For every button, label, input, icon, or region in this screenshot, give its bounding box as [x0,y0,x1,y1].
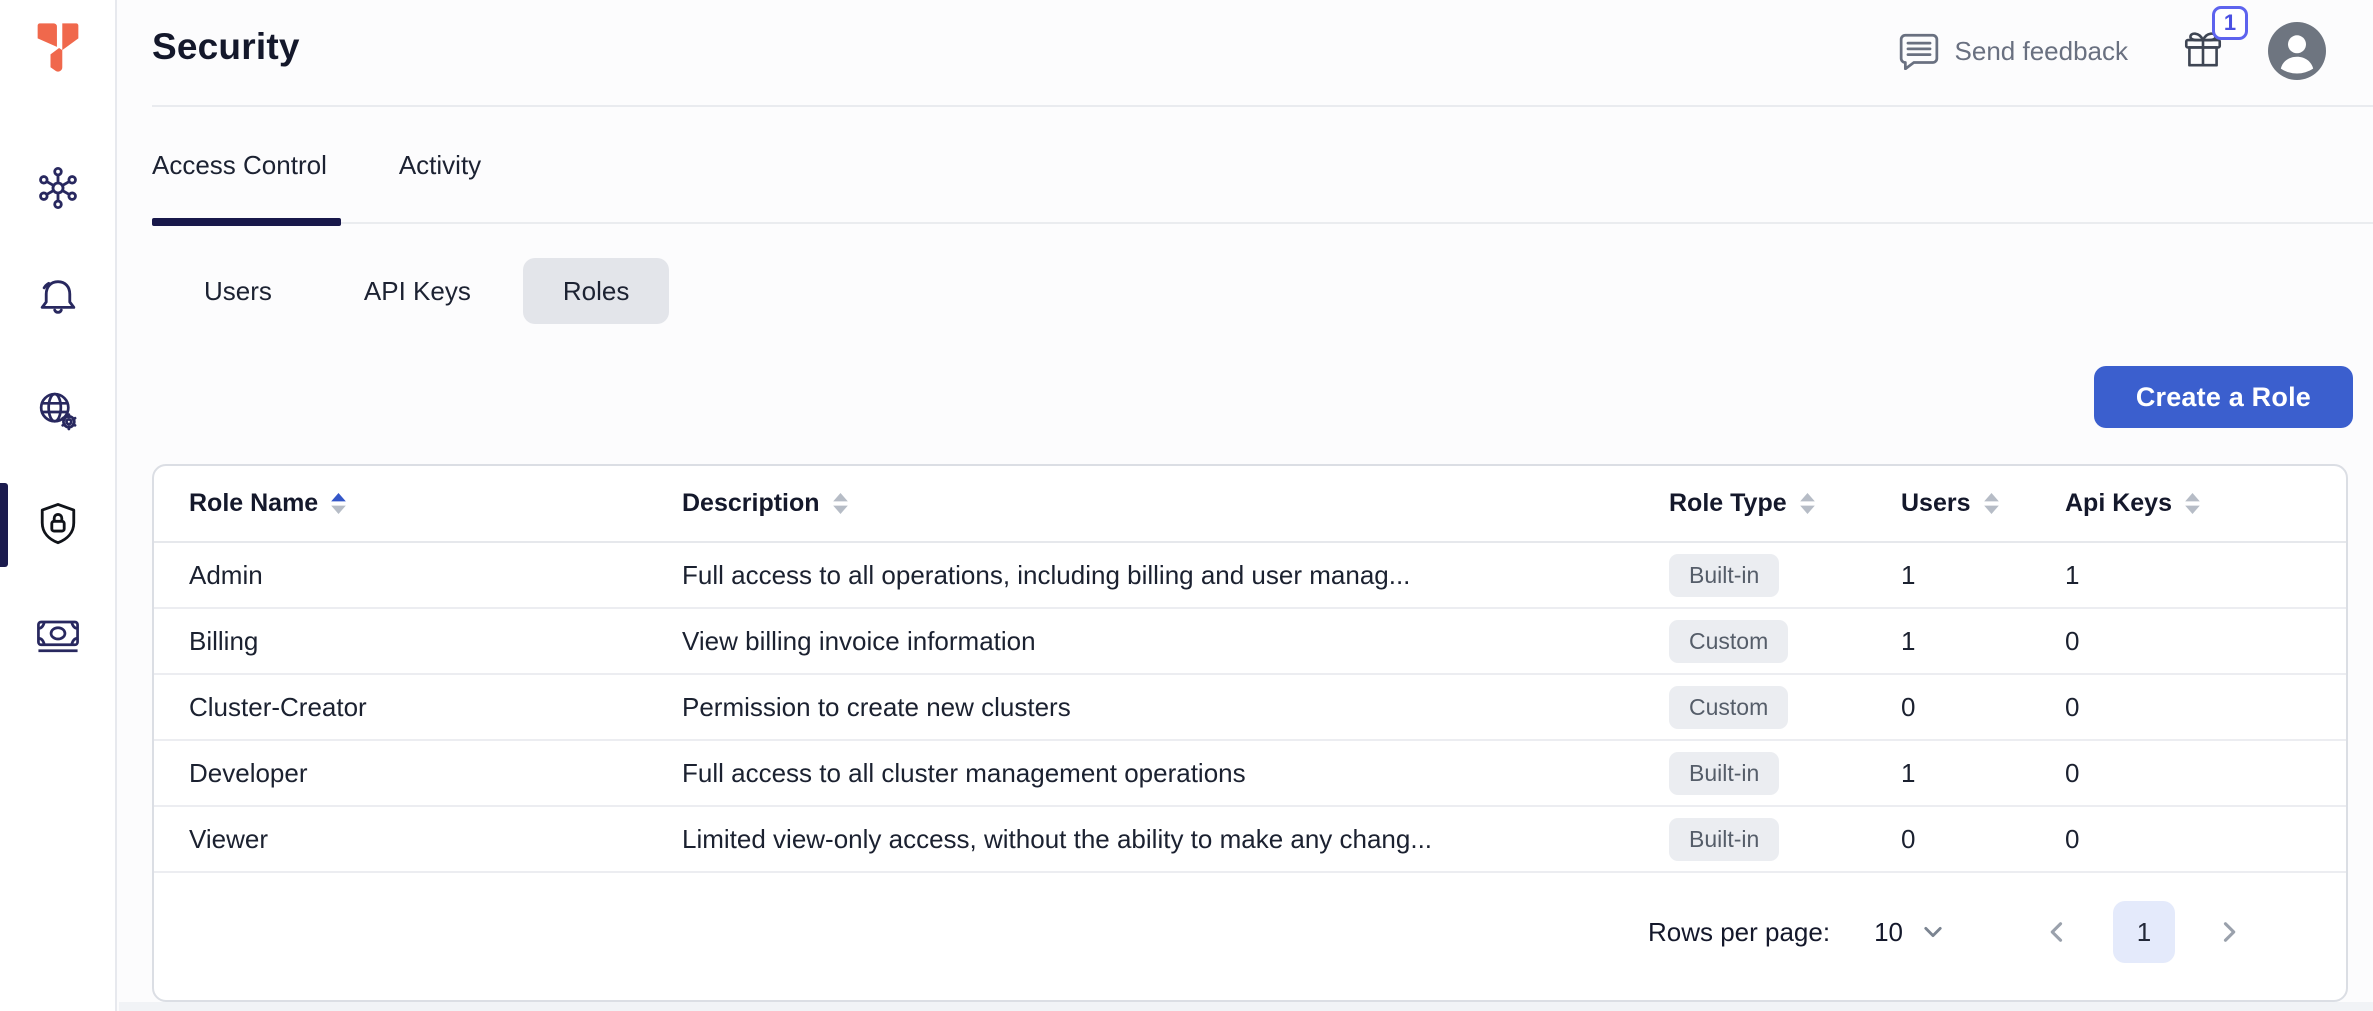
sidebar [0,0,117,1011]
table-row-developer[interactable]: Developer Full access to all cluster man… [154,741,2346,807]
avatar-person-icon [2268,22,2326,80]
sidebar-item-network-access[interactable] [25,379,91,445]
chevron-down-icon [1921,920,1945,944]
feedback-bubble-icon [1898,32,1940,70]
role-name-cell: Billing [189,626,682,657]
sort-icon [2184,492,2201,515]
column-header-role-name[interactable]: Role Name [189,489,682,518]
description-cell: Full access to all operations, including… [682,560,1669,591]
table-row-admin[interactable]: Admin Full access to all operations, inc… [154,543,2346,609]
api-keys-count-cell: 0 [2065,824,2311,855]
alerts-bell-icon [34,273,82,321]
send-feedback-button[interactable]: Send feedback [1898,32,2128,70]
description-cell: Permission to create new clusters [682,692,1669,723]
whats-new-gift-button[interactable]: 1 [2180,26,2226,77]
role-type-badge: Built-in [1669,752,1779,795]
role-type-badge: Custom [1669,620,1788,663]
next-page-button[interactable] [2217,919,2241,945]
users-count-cell: 1 [1901,626,2065,657]
header-actions: Send feedback 1 [1898,22,2326,80]
roles-table-card: Role Name Description Role Type [152,464,2348,1002]
role-name-cell: Viewer [189,824,682,855]
subtab-api-keys[interactable]: API Keys [324,258,511,324]
sidebar-item-alerts[interactable] [25,264,91,330]
tab-access-control[interactable]: Access Control [152,142,327,181]
send-feedback-label: Send feedback [1955,36,2128,67]
create-role-button[interactable]: Create a Role [2094,366,2353,428]
active-tab-underline [152,218,341,226]
role-type-badge: Built-in [1669,554,1779,597]
column-header-api-keys[interactable]: Api Keys [2065,489,2311,518]
column-header-description[interactable]: Description [682,489,1669,518]
cluster-icon [34,164,82,212]
security-page: Security Send feedback [0,0,2373,1011]
sidebar-item-clusters[interactable] [25,155,91,221]
description-cell: View billing invoice information [682,626,1669,657]
users-count-cell: 1 [1901,758,2065,789]
tab-activity[interactable]: Activity [399,142,481,181]
role-name-cell: Developer [189,758,682,789]
sidebar-item-billing[interactable] [25,602,91,668]
sort-icon [832,492,849,515]
api-keys-count-cell: 1 [2065,560,2311,591]
page-title: Security [152,26,300,68]
users-count-cell: 0 [1901,692,2065,723]
api-keys-count-cell: 0 [2065,692,2311,723]
chevron-left-icon [2045,919,2069,945]
yugabyte-logo[interactable] [30,18,86,78]
previous-page-button[interactable] [2045,919,2069,945]
gift-badge: 1 [2212,6,2248,40]
rows-per-page-select[interactable]: 10 [1874,917,1945,948]
role-name-cell: Admin [189,560,682,591]
rows-per-page-value: 10 [1874,917,1903,948]
sort-icon [1799,492,1816,515]
sidebar-item-security[interactable] [25,491,91,557]
sidebar-active-indicator [0,483,8,567]
sort-icon [1983,492,2000,515]
rows-per-page-label: Rows per page: [1648,917,1830,948]
role-name-cell: Cluster-Creator [189,692,682,723]
current-page-button[interactable]: 1 [2113,901,2175,963]
description-cell: Limited view-only access, without the ab… [682,824,1669,855]
page-bottom-strip [119,1002,2373,1011]
tab-bar: Access Control Activity [152,142,481,181]
subtab-users[interactable]: Users [164,258,312,324]
header-divider [152,105,2373,107]
api-keys-count-cell: 0 [2065,626,2311,657]
column-header-users[interactable]: Users [1901,489,2065,518]
pagination-bar: Rows per page: 10 1 [154,864,2346,1000]
tab-bar-border [152,222,2373,224]
brand-y-icon [30,18,86,78]
main-content: Security Send feedback [119,0,2373,1011]
table-header-row: Role Name Description Role Type [154,466,2346,543]
users-count-cell: 0 [1901,824,2065,855]
subtab-bar: Users API Keys Roles [164,258,669,324]
users-count-cell: 1 [1901,560,2065,591]
table-row-cluster-creator[interactable]: Cluster-Creator Permission to create new… [154,675,2346,741]
subtab-roles[interactable]: Roles [523,258,669,324]
chevron-right-icon [2217,919,2241,945]
api-keys-count-cell: 0 [2065,758,2311,789]
security-shield-lock-icon [33,499,83,549]
user-avatar[interactable] [2268,22,2326,80]
sort-ascending-icon [330,492,347,515]
network-globe-gear-icon [33,387,83,437]
billing-money-icon [33,610,83,660]
role-type-badge: Custom [1669,686,1788,729]
description-cell: Full access to all cluster management op… [682,758,1669,789]
table-row-billing[interactable]: Billing View billing invoice information… [154,609,2346,675]
role-type-badge: Built-in [1669,818,1779,861]
column-header-role-type[interactable]: Role Type [1669,489,1901,518]
